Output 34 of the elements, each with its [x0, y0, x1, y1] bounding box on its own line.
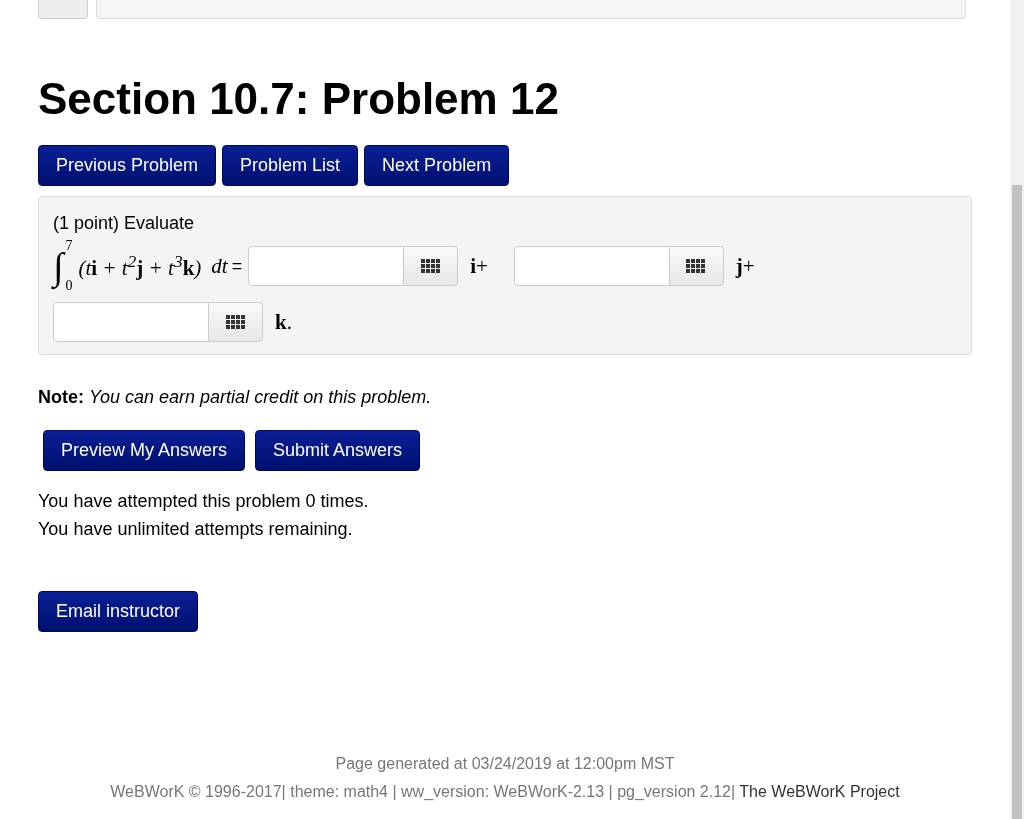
generated-text: Page generated at 03/24/2019 at 12:00pm MST	[334, 754, 676, 774]
answer-field[interactable]	[248, 246, 405, 287]
lower-limit: 0	[65, 278, 73, 295]
nav-button[interactable]: Next Problem	[364, 145, 510, 187]
differential: dt	[211, 253, 228, 279]
submit-button[interactable]: Preview My Answers	[43, 430, 246, 472]
attempts-text: You have attempted this problem 0 times.	[38, 490, 370, 514]
grid-icon	[420, 259, 441, 274]
attempts-text: You have unlimited attempts remaining.	[38, 518, 354, 542]
submit-button[interactable]: Submit Answers	[255, 430, 421, 472]
vector-label: k.	[275, 309, 292, 335]
problem-text: (1 point) Evaluate	[53, 213, 196, 235]
answer-field[interactable]	[53, 302, 209, 343]
integrand: (ti + t$^{2}$j + t$^{3}$k)	[78, 251, 202, 282]
keypad-button[interactable]	[669, 246, 724, 287]
version-text: WeBWorK © 1996-2017| theme: math4 | ww_version: WeBWorK-2.13 | pg_version 2.12|	[110, 783, 736, 800]
project-link[interactable]: The WeBWorK Project	[739, 783, 900, 800]
nav-button[interactable]: Previous Problem	[38, 145, 217, 187]
email-button[interactable]: Email instructor	[38, 591, 199, 633]
note-text: Note: You can earn partial credit on this problem.	[38, 387, 433, 409]
keypad-button[interactable]	[209, 302, 263, 343]
vector-label: j+	[735, 253, 755, 279]
equals-sign: =	[231, 255, 243, 277]
upper-limit: 7	[65, 238, 73, 254]
scrollbar[interactable]	[1010, 0, 1024, 819]
answer-field[interactable]	[513, 246, 670, 287]
sidebar-toggle-button[interactable]	[38, 0, 88, 19]
grid-icon	[686, 259, 707, 274]
problem-title: Section 10.7: Problem 12	[38, 75, 560, 124]
vector-label: i+	[470, 253, 488, 279]
grid-icon	[225, 315, 246, 330]
nav-button[interactable]: Problem List	[222, 145, 359, 187]
keypad-button[interactable]	[404, 246, 459, 287]
scroll-thumb[interactable]	[1012, 185, 1022, 819]
